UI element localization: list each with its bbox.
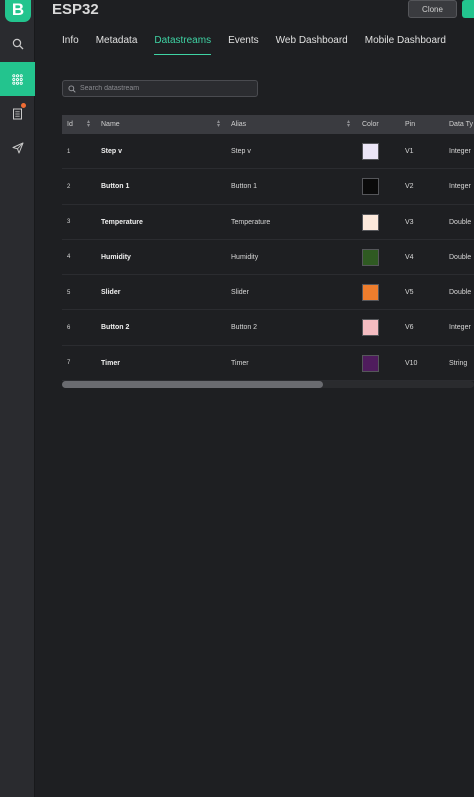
cell-id: 7 [67, 360, 71, 367]
scrollbar-thumb[interactable] [62, 381, 323, 388]
cell-name: Button 2 [101, 324, 130, 332]
tab-bar: Info Metadata Datastreams Events Web Das… [62, 35, 463, 55]
sort-icon[interactable]: ▴ ▾ [347, 119, 350, 129]
cell-name: Button 1 [101, 183, 130, 191]
tab-events[interactable]: Events [228, 35, 259, 55]
tab-info[interactable]: Info [62, 35, 79, 55]
clone-button[interactable]: Clone [408, 0, 457, 18]
table-header: Id ▴ ▾ Name ▴ ▾ Alias ▴ ▾ Color Pin Data Ty [62, 115, 474, 134]
cell-color [362, 240, 379, 275]
color-swatch [362, 143, 379, 160]
cell-color [362, 346, 379, 381]
grid-icon [12, 73, 23, 85]
tab-mobile-dashboard[interactable]: Mobile Dashboard [365, 35, 446, 55]
cell-id: 1 [67, 148, 71, 155]
send-icon [12, 142, 23, 154]
table-row[interactable]: 3 Temperature Temperature V3 Double [62, 205, 474, 240]
column-header-data-type[interactable]: Data Ty [449, 115, 473, 134]
datastreams-table: Id ▴ ▾ Name ▴ ▾ Alias ▴ ▾ Color Pin Data Ty… [62, 115, 474, 382]
tab-datastreams[interactable]: Datastreams [154, 35, 212, 55]
cell-data-type: Double [449, 253, 472, 261]
cell-alias: Button 1 [231, 183, 258, 191]
cell-pin: V3 [405, 218, 414, 226]
cell-alias: Temperature [231, 218, 271, 226]
cell-pin: V10 [405, 359, 418, 367]
tab-metadata[interactable]: Metadata [96, 35, 138, 55]
cell-alias: Slider [231, 289, 249, 297]
column-header-pin[interactable]: Pin [405, 115, 415, 134]
cell-data-type: Integer [449, 183, 471, 191]
cell-data-type: Double [449, 289, 472, 297]
sort-icon[interactable]: ▴ ▾ [217, 119, 220, 129]
table-row[interactable]: 4 Humidity Humidity V4 Double [62, 240, 474, 276]
sidebar: B [0, 0, 35, 797]
sidebar-item-documents[interactable] [0, 97, 35, 131]
save-button[interactable] [462, 0, 474, 18]
column-header-alias[interactable]: Alias [231, 115, 246, 134]
sidebar-item-send[interactable] [0, 131, 35, 165]
search-box [62, 80, 258, 97]
search-icon [12, 38, 23, 50]
cell-alias: Step v [231, 148, 251, 155]
column-header-id[interactable]: Id [67, 115, 73, 134]
horizontal-scrollbar[interactable] [62, 381, 474, 388]
color-swatch [362, 178, 379, 196]
cell-pin: V2 [405, 183, 414, 191]
cell-alias: Humidity [231, 253, 259, 261]
sort-icon[interactable]: ▴ ▾ [87, 119, 90, 129]
search-input[interactable] [80, 85, 250, 92]
cell-id: 6 [67, 324, 71, 331]
notification-dot [21, 103, 26, 108]
color-swatch [362, 354, 379, 372]
cell-alias: Timer [231, 359, 249, 367]
table-row[interactable]: 6 Button 2 Button 2 V6 Integer [62, 310, 474, 346]
cell-color [362, 169, 379, 204]
color-swatch [362, 319, 379, 337]
cell-data-type: Double [449, 218, 472, 226]
column-header-name[interactable]: Name [101, 115, 120, 134]
table-row[interactable]: 2 Button 1 Button 1 V2 Integer [62, 169, 474, 205]
cell-data-type: Integer [449, 148, 471, 155]
cell-color [362, 134, 379, 169]
column-header-color: Color [362, 121, 379, 128]
cell-id: 3 [67, 219, 71, 226]
table-body: 1 Step v Step v V1 Integer 2 Button 1 Button 1 V… [62, 134, 474, 382]
color-swatch [362, 213, 379, 231]
cell-pin: V6 [405, 324, 414, 332]
cell-data-type: Integer [449, 324, 471, 332]
table-row[interactable]: 5 Slider Slider V5 Double [62, 275, 474, 311]
sidebar-item-templates[interactable] [0, 62, 35, 96]
cell-id: 2 [67, 183, 71, 190]
color-swatch [362, 284, 379, 302]
cell-id: 4 [67, 254, 71, 261]
cell-color [362, 205, 379, 240]
cell-pin: V5 [405, 289, 414, 297]
table-row[interactable]: 1 Step v Step v V1 Integer [62, 134, 474, 170]
cell-color [362, 310, 379, 345]
sidebar-item-search[interactable] [0, 27, 35, 61]
table-row[interactable]: 7 Timer Timer V10 String [62, 346, 474, 382]
cell-data-type: String [449, 359, 468, 367]
document-icon [13, 108, 22, 120]
cell-alias: Button 2 [231, 324, 258, 332]
cell-name: Timer [101, 359, 120, 367]
cell-name: Temperature [101, 218, 143, 226]
tab-web-dashboard[interactable]: Web Dashboard [276, 35, 348, 55]
cell-name: Step v [101, 148, 123, 155]
cell-color [362, 275, 379, 310]
cell-pin: V4 [405, 253, 414, 261]
page-title: ESP32 [52, 1, 99, 18]
cell-pin: V1 [405, 148, 414, 155]
cell-name: Humidity [101, 253, 131, 261]
search-icon [68, 84, 76, 93]
cell-id: 5 [67, 289, 71, 296]
cell-name: Slider [101, 289, 121, 297]
blynk-logo[interactable]: B [5, 0, 31, 22]
color-swatch [362, 248, 379, 266]
